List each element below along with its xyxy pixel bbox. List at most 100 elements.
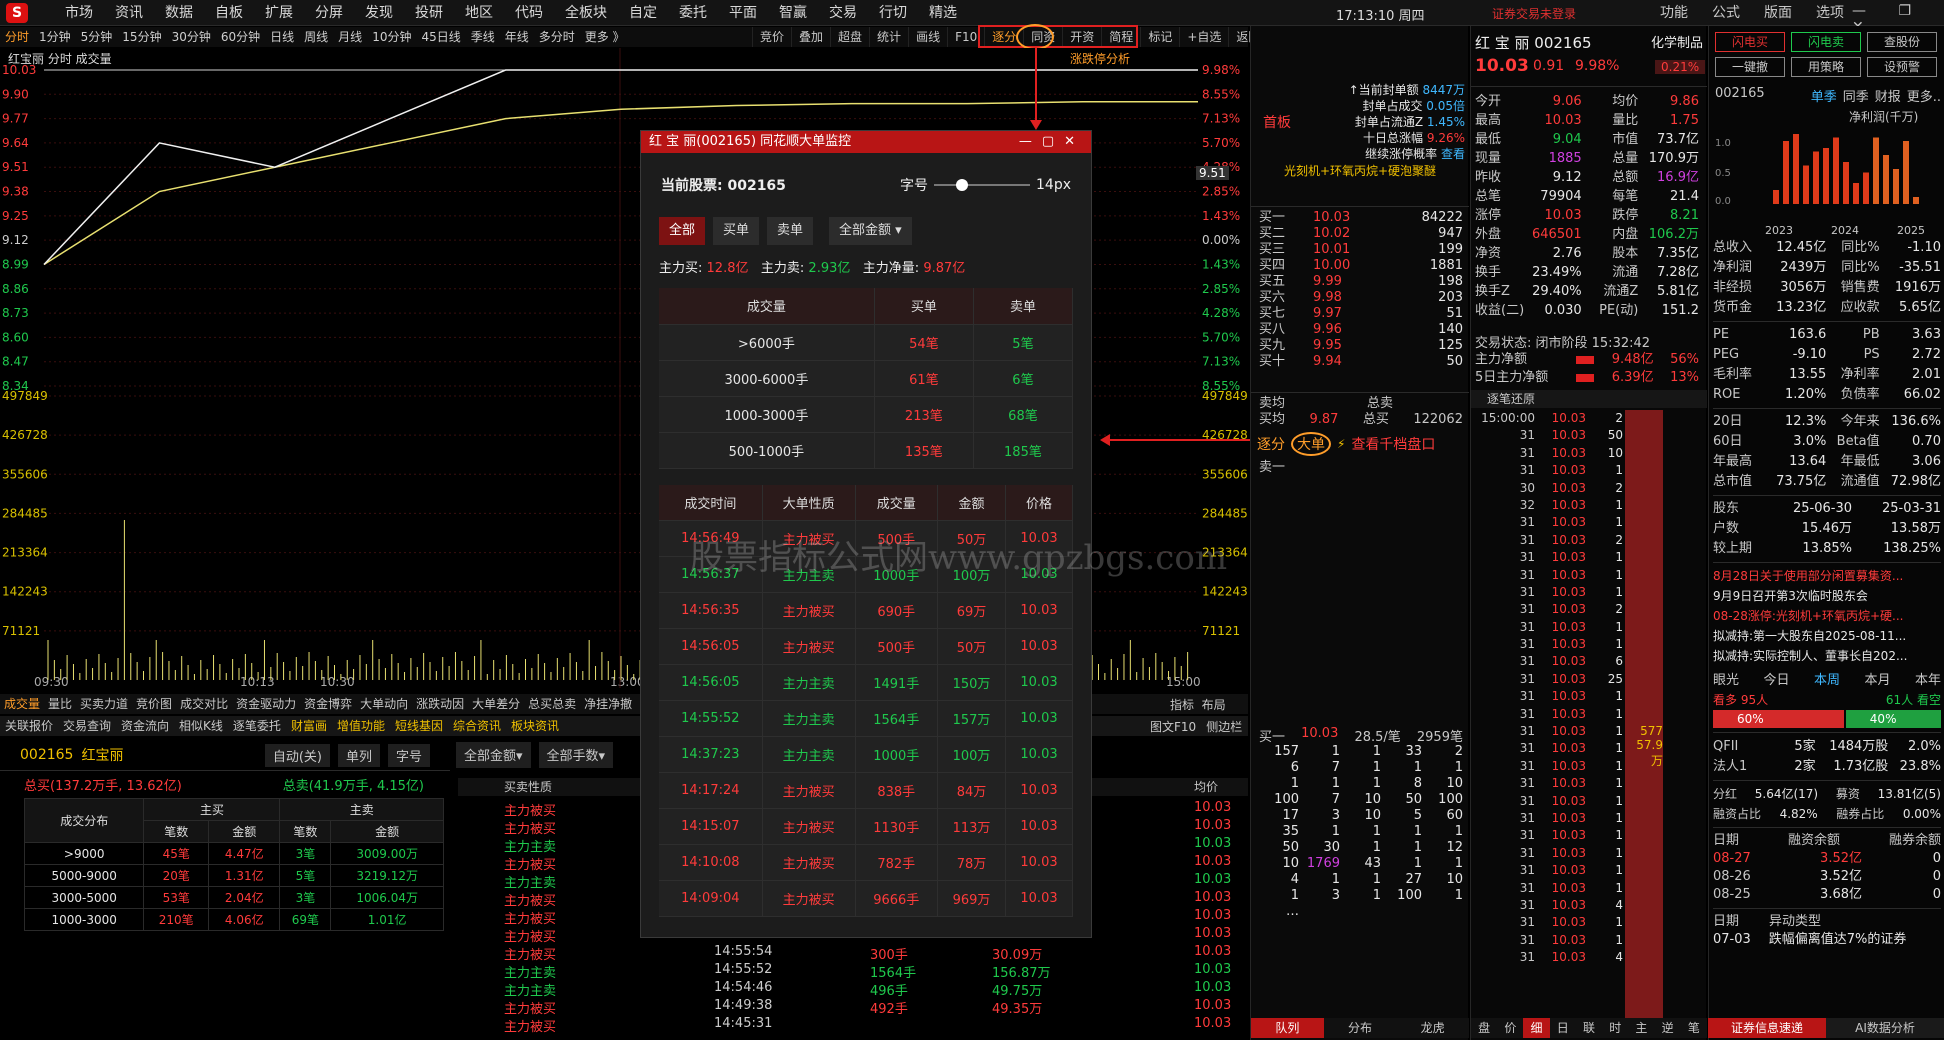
menu-item[interactable]: 分屏: [304, 0, 354, 26]
news-item[interactable]: 08-28涨停:光刻机+环氧丙烷+硬...: [1713, 606, 1941, 626]
use-strategy-button[interactable]: 用策略: [1791, 57, 1861, 77]
menu-layout[interactable]: 版面: [1752, 0, 1804, 26]
indicator-tab[interactable]: 大单动向: [356, 694, 412, 714]
bid-level[interactable]: 买十 9.94 50: [1259, 354, 1463, 370]
sector-name[interactable]: 化学制品: [1651, 32, 1703, 51]
filter-all-button[interactable]: 全部: [659, 217, 706, 245]
f10-tab[interactable]: 财报: [1875, 86, 1901, 105]
bid-level[interactable]: 买八 9.96 140: [1259, 322, 1463, 338]
menu-item[interactable]: 代码: [504, 0, 554, 26]
news-item[interactable]: 8月28日关于使用部分闲置募集资...: [1713, 566, 1941, 586]
filter-buy-button[interactable]: 买单: [713, 217, 760, 245]
vote-bar[interactable]: 60% 40%: [1713, 710, 1941, 728]
table-row[interactable]: 14:56:49 主力被买 500手 50万 10.03: [659, 520, 1073, 557]
table-row[interactable]: 14:15:07 主力被买 1130手 113万 10.03: [659, 808, 1073, 845]
tick-by-tick-tab[interactable]: 逐分: [1257, 434, 1285, 454]
table-row[interactable]: 14:10:08 主力被买 782手 78万 10.03: [659, 844, 1073, 881]
quote-bottom-tab[interactable]: 主: [1628, 1018, 1654, 1038]
panel-tab[interactable]: 增值功能: [332, 716, 390, 736]
news-item[interactable]: 9月9日召开第3次临时股东会: [1713, 586, 1941, 606]
news-item[interactable]: 拟减持:实际控制人、董事长自202...: [1713, 646, 1941, 666]
bid-level[interactable]: 买七 9.97 51: [1259, 306, 1463, 322]
indicator-tab[interactable]: 净挂净撤: [580, 694, 636, 714]
eye-tab[interactable]: 本月: [1864, 670, 1890, 692]
limit-analysis-link[interactable]: 涨跌停分析: [1070, 50, 1130, 67]
bid-level[interactable]: 买五 9.99 198: [1259, 274, 1463, 290]
menu-item[interactable]: 交易: [818, 0, 868, 26]
menu-item[interactable]: 智赢: [768, 0, 818, 26]
table-row[interactable]: 14:17:24 主力被买 838手 84万 10.03: [659, 772, 1073, 809]
period-tab[interactable]: 1分钟: [34, 27, 76, 47]
indicator-tab[interactable]: 资金博弈: [300, 694, 356, 714]
panel-tab[interactable]: 资金流向: [116, 716, 174, 736]
panel-tab[interactable]: 财富画: [286, 716, 332, 736]
volume-filter[interactable]: 全部手数▾: [538, 742, 614, 768]
menu-item[interactable]: 资讯: [104, 0, 154, 26]
indicator-tab[interactable]: 量比: [44, 694, 76, 714]
table-row[interactable]: 14:37:23 主力主卖 1000手 100万 10.03: [659, 736, 1073, 773]
period-tab[interactable]: 30分钟: [167, 27, 216, 47]
dialog-titlebar[interactable]: 红 宝 丽(002165) 同花顺大单监控 —▢✕: [641, 131, 1091, 153]
panel-tab[interactable]: 逐笔委托: [228, 716, 286, 736]
period-tab[interactable]: 季线: [466, 27, 500, 47]
menu-item[interactable]: 自定: [618, 0, 668, 26]
news-item[interactable]: 拟减持:第一大股东自2025-08-11...: [1713, 626, 1941, 646]
concept-tags[interactable]: 光刻机+环氧丙烷+硬泡聚醚: [1251, 162, 1469, 179]
indicator-tab[interactable]: 成交对比: [176, 694, 232, 714]
filter-sell-button[interactable]: 卖单: [767, 217, 814, 245]
menu-item[interactable]: 市场: [54, 0, 104, 26]
queue-tab[interactable]: 队列: [1251, 1018, 1324, 1038]
period-tab[interactable]: 分时: [0, 27, 34, 47]
dragon-tiger-tab[interactable]: 龙虎: [1396, 1018, 1469, 1038]
indicator-tab[interactable]: 大单差分: [468, 694, 524, 714]
period-tab[interactable]: 多分时: [534, 27, 580, 47]
panel-tab[interactable]: 短线基因: [390, 716, 448, 736]
menu-item[interactable]: 地区: [454, 0, 504, 26]
table-row[interactable]: 14:55:52 主力主卖 1564手 157万 10.03: [659, 700, 1073, 737]
indicator-tab[interactable]: 竞价图: [132, 694, 176, 714]
app-logo[interactable]: S: [6, 3, 28, 23]
panel-tab[interactable]: 相似K线: [174, 716, 228, 736]
eye-tab[interactable]: 本周: [1814, 670, 1840, 692]
tool-button[interactable]: 统计: [869, 27, 908, 47]
big-order-tab[interactable]: 大单: [1291, 432, 1331, 456]
table-row[interactable]: 14:56:37 主力主卖 1000手 100万 10.03: [659, 556, 1073, 593]
flash-buy-button[interactable]: 闪电买: [1715, 32, 1785, 52]
panel-tab[interactable]: 关联报价: [0, 716, 58, 736]
menu-item[interactable]: 全板块: [554, 0, 618, 26]
indicator-tab[interactable]: 资金驱动力: [232, 694, 300, 714]
f10-tab[interactable]: 更多..: [1907, 86, 1941, 105]
board-stat-value[interactable]: 查看: [1441, 147, 1465, 161]
quote-bottom-tab[interactable]: 日: [1550, 1018, 1576, 1038]
bid-level[interactable]: 买九 9.95 125: [1259, 338, 1463, 354]
f10-tab[interactable]: 同季: [1843, 86, 1869, 105]
quote-bottom-tab[interactable]: 笔: [1681, 1018, 1707, 1038]
amount-dropdown[interactable]: 全部金额 ▾: [829, 217, 912, 245]
panel-tab[interactable]: 交易查询: [58, 716, 116, 736]
panel-tab[interactable]: 板块资讯: [506, 716, 564, 736]
menu-item[interactable]: 自板: [204, 0, 254, 26]
table-row[interactable]: 14:56:05 主力主卖 1491手 150万 10.03: [659, 664, 1073, 701]
quote-bottom-tab[interactable]: 细: [1523, 1018, 1550, 1038]
bid-level[interactable]: 买二 10.02 947: [1259, 226, 1463, 242]
info-express-button[interactable]: 证券信息速递: [1708, 1018, 1826, 1038]
period-tab[interactable]: 年线: [500, 27, 534, 47]
panel-tab[interactable]: 综合资讯: [448, 716, 506, 736]
quote-bottom-tab[interactable]: 盘: [1471, 1018, 1497, 1038]
table-row[interactable]: 14:56:35 主力被买 690手 69万 10.03: [659, 592, 1073, 629]
bid-level[interactable]: 买四 10.00 1881: [1259, 258, 1463, 274]
menu-function[interactable]: 功能: [1648, 0, 1700, 26]
menu-item[interactable]: 扩展: [254, 0, 304, 26]
amount-filter[interactable]: 全部金额▾: [456, 742, 531, 768]
bid-level[interactable]: 买三 10.01 199: [1259, 242, 1463, 258]
auto-button[interactable]: 自动(关): [264, 743, 330, 767]
cancel-all-button[interactable]: 一键撤: [1715, 57, 1785, 77]
menu-item[interactable]: 委托: [668, 0, 718, 26]
period-tab[interactable]: 日线: [265, 27, 299, 47]
ai-analysis-button[interactable]: AI数据分析: [1826, 1018, 1944, 1038]
set-alert-button[interactable]: 设预警: [1867, 57, 1937, 77]
quote-bottom-tab[interactable]: 时: [1602, 1018, 1628, 1038]
period-tab[interactable]: 10分钟: [367, 27, 416, 47]
tool-button[interactable]: 画线: [908, 27, 947, 47]
query-shares-button[interactable]: 查股份: [1867, 32, 1937, 52]
